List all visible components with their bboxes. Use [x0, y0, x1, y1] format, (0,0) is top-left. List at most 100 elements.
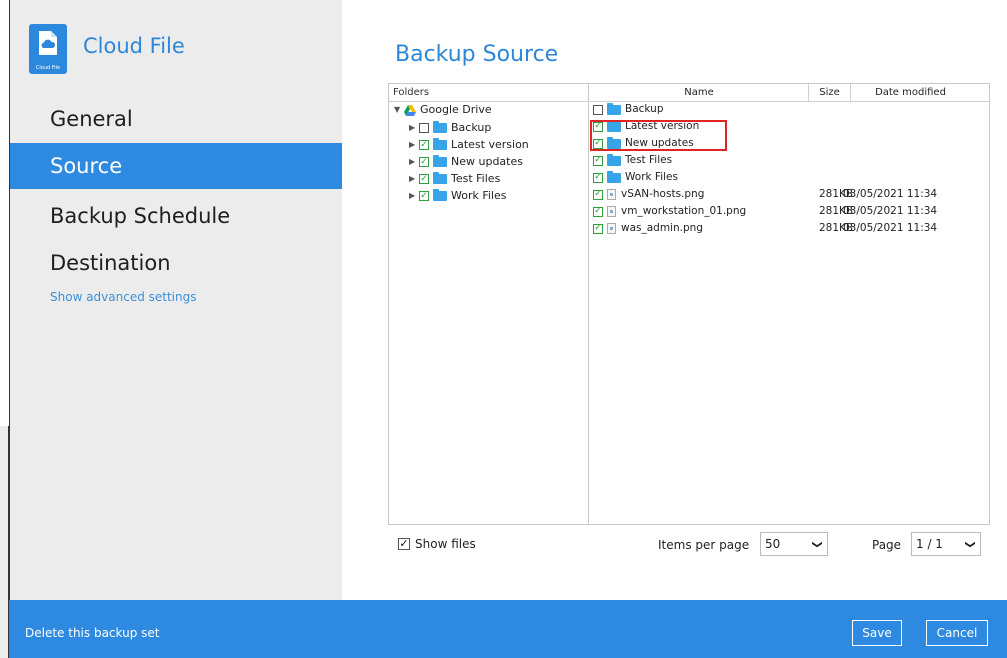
checkbox[interactable]: ✓	[593, 223, 603, 234]
folders-pane: Folders ▼ Google Drive ▶ Backup ▶ ✓ Late…	[389, 84, 589, 524]
file-row[interactable]: Backup	[590, 102, 989, 117]
google-drive-icon	[404, 104, 416, 116]
tree-item-work-files[interactable]: ▶ ✓ Work Files	[409, 188, 507, 204]
sidebar-item-source[interactable]: Source	[10, 143, 343, 189]
image-file-icon	[607, 223, 616, 234]
sidebar-item-general[interactable]: General	[10, 96, 343, 142]
folder-icon	[607, 102, 621, 115]
tree-item-google-drive[interactable]: ▼ Google Drive	[394, 102, 492, 118]
show-files-label: Show files	[415, 537, 476, 551]
main-panel: Backup Source Folders ▼ Google Drive ▶ B…	[342, 0, 1007, 600]
file-name: Latest version	[625, 120, 700, 132]
show-files-checkbox[interactable]: ✓ Show files	[398, 537, 476, 551]
column-header-size[interactable]: Size	[808, 84, 850, 101]
items-per-page-select[interactable]: 50 ❯	[760, 532, 828, 556]
checkbox[interactable]: ✓	[419, 191, 429, 201]
file-name: Test Files	[625, 154, 673, 166]
tree-item-label: Latest version	[451, 138, 529, 151]
file-date: 03/05/2021 11:34	[843, 222, 938, 234]
file-row[interactable]: ✓ Test Files	[590, 153, 989, 168]
file-row[interactable]: ✓ was_admin.png 281KB 03/05/2021 11:34	[590, 221, 989, 236]
file-browser: Folders ▼ Google Drive ▶ Backup ▶ ✓ Late…	[388, 83, 990, 525]
file-name: Work Files	[625, 171, 678, 183]
tree-item-label: Test Files	[451, 172, 501, 185]
file-name: vSAN-hosts.png	[621, 188, 705, 200]
footer-bar: Delete this backup set Save Cancel	[9, 600, 1007, 658]
logo-text: Cloud File	[35, 65, 61, 71]
folder-icon	[433, 138, 447, 150]
app-title: Cloud File	[83, 34, 185, 58]
file-row[interactable]: ✓ vm_workstation_01.png 281KB 03/05/2021 …	[590, 204, 989, 219]
checkbox[interactable]: ✓	[593, 172, 603, 183]
checkbox[interactable]: ✓	[593, 189, 603, 200]
file-name: Backup	[625, 103, 664, 115]
collapsed-arrow-icon[interactable]: ▶	[409, 120, 419, 136]
file-name: New updates	[625, 137, 694, 149]
tree-item-latest-version[interactable]: ▶ ✓ Latest version	[409, 137, 529, 153]
column-header-date-modified[interactable]: Date modified	[850, 84, 970, 101]
page-title: Backup Source	[395, 42, 559, 67]
page-value: 1 / 1	[916, 537, 943, 551]
page-select[interactable]: 1 / 1 ❯	[911, 532, 981, 556]
expanded-arrow-icon[interactable]: ▼	[394, 102, 404, 118]
cloud-file-icon	[39, 31, 57, 55]
folder-icon	[433, 189, 447, 201]
file-row[interactable]: ✓ vSAN-hosts.png 281KB 03/05/2021 11:34	[590, 187, 989, 202]
save-button[interactable]: Save	[852, 620, 902, 646]
show-advanced-settings-link[interactable]: Show advanced settings	[50, 290, 197, 304]
folders-header: Folders	[389, 84, 588, 102]
collapsed-arrow-icon[interactable]: ▶	[409, 154, 419, 170]
browser-controls: ✓ Show files Items per page 50 ❯ Page 1 …	[388, 530, 988, 558]
folder-icon	[607, 170, 621, 183]
file-name: was_admin.png	[621, 222, 703, 234]
tree-item-new-updates[interactable]: ▶ ✓ New updates	[409, 154, 523, 170]
checkbox[interactable]	[419, 123, 429, 133]
file-date: 03/05/2021 11:34	[843, 205, 938, 217]
sidebar-item-backup-schedule[interactable]: Backup Schedule	[10, 193, 343, 239]
checkbox[interactable]: ✓	[593, 138, 603, 149]
image-file-icon	[607, 206, 616, 217]
collapsed-arrow-icon[interactable]: ▶	[409, 137, 419, 153]
tree-item-label: Work Files	[451, 189, 507, 202]
items-per-page-value: 50	[765, 537, 781, 551]
sidebar: Cloud File Cloud File General Source Bac…	[9, 0, 343, 600]
tree-item-label: Google Drive	[420, 103, 492, 116]
checkbox[interactable]: ✓	[419, 140, 429, 150]
checkbox[interactable]	[593, 104, 603, 115]
image-file-icon	[607, 189, 616, 200]
sidebar-item-destination[interactable]: Destination	[10, 240, 343, 286]
chevron-down-icon: ❯	[964, 539, 976, 549]
tree-item-test-files[interactable]: ▶ ✓ Test Files	[409, 171, 500, 187]
chevron-down-icon: ❯	[811, 539, 823, 549]
file-row[interactable]: ✓ Latest version	[590, 119, 989, 134]
checkbox[interactable]: ✓	[419, 174, 429, 184]
cloud-file-logo: Cloud File	[29, 24, 67, 74]
checkbox[interactable]: ✓	[593, 206, 603, 217]
file-name: vm_workstation_01.png	[621, 205, 747, 217]
cancel-button[interactable]: Cancel	[926, 620, 988, 646]
items-per-page-label: Items per page	[658, 538, 750, 552]
page-label: Page	[872, 538, 902, 552]
file-row[interactable]: ✓ Work Files	[590, 170, 989, 185]
tree-item-label: Backup	[451, 121, 492, 134]
file-date: 03/05/2021 11:34	[843, 188, 938, 200]
files-pane: Name Size Date modified Backup ✓ Latest v…	[590, 84, 989, 524]
tree-item-label: New updates	[451, 155, 523, 168]
folder-icon	[433, 121, 447, 133]
folder-icon	[607, 153, 621, 166]
tree-item-backup[interactable]: ▶ Backup	[409, 120, 491, 136]
folder-icon	[607, 136, 621, 149]
folder-icon	[433, 155, 447, 167]
column-header-name[interactable]: Name	[590, 84, 808, 101]
checkbox[interactable]: ✓	[593, 155, 603, 166]
file-row[interactable]: ✓ New updates	[590, 136, 989, 151]
folder-icon	[433, 172, 447, 184]
folder-icon	[607, 119, 621, 132]
checkbox[interactable]: ✓	[419, 157, 429, 167]
checkbox[interactable]: ✓	[398, 538, 410, 550]
collapsed-arrow-icon[interactable]: ▶	[409, 171, 419, 187]
checkbox[interactable]: ✓	[593, 121, 603, 132]
collapsed-arrow-icon[interactable]: ▶	[409, 188, 419, 204]
delete-backup-set-link[interactable]: Delete this backup set	[25, 626, 159, 640]
backup-set-window: Cloud File Cloud File General Source Bac…	[9, 0, 1007, 658]
